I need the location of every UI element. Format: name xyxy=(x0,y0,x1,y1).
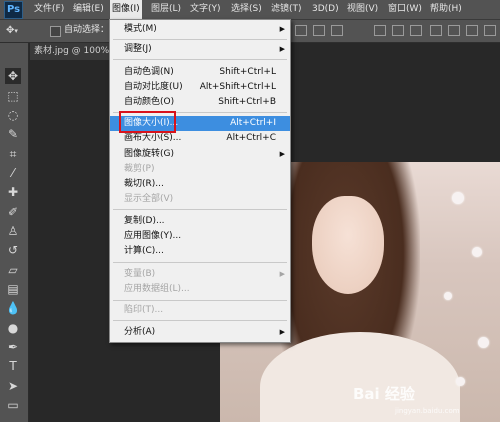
menu-separator xyxy=(113,209,287,210)
distribute-top-icon[interactable] xyxy=(374,25,386,36)
menu-type[interactable]: 文字(Y) xyxy=(188,0,223,19)
image-menu-dropdown: 模式(M) ▶ 调整(J) ▶ 自动色调(N) Shift+Ctrl+L 自动对… xyxy=(109,19,291,343)
toolbox: ✥ ⬚ ◌ ✎ ⌗ ⁄ ✚ ✐ ♙ ↺ ▱ ▤ 💧 ● ✒ T ➤ ▭ xyxy=(0,43,29,422)
align-vcenter-icon[interactable] xyxy=(313,25,325,36)
distribute-vcenter-icon[interactable] xyxy=(392,25,404,36)
auto-align-icon[interactable] xyxy=(484,25,496,36)
menu-edit[interactable]: 编辑(E) xyxy=(71,0,106,19)
menu-view[interactable]: 视图(V) xyxy=(345,0,380,19)
menu-image[interactable]: 图像(I) xyxy=(110,0,142,19)
blur-tool-icon[interactable]: 💧 xyxy=(5,300,21,316)
menu-layer[interactable]: 图层(L) xyxy=(149,0,183,19)
lasso-tool-icon[interactable]: ◌ xyxy=(5,107,21,123)
menu-item-auto-color[interactable]: 自动颜色(O) Shift+Ctrl+B xyxy=(110,95,290,110)
distribute-left-icon[interactable] xyxy=(430,25,442,36)
submenu-arrow-icon: ▶ xyxy=(279,270,285,278)
menu-item-trim[interactable]: 裁切(R)... xyxy=(110,177,290,192)
menu-item-variables[interactable]: 变量(B) ▶ xyxy=(110,267,290,282)
eraser-tool-icon[interactable]: ▱ xyxy=(5,262,21,278)
blossom-decoration xyxy=(452,192,464,204)
shape-tool-icon[interactable]: ▭ xyxy=(5,397,21,413)
submenu-arrow-icon: ▶ xyxy=(279,328,285,336)
menu-item-apply-data-set[interactable]: 应用数据组(L)... xyxy=(110,282,290,297)
submenu-arrow-icon: ▶ xyxy=(279,150,285,158)
history-brush-tool-icon[interactable]: ↺ xyxy=(5,242,21,258)
clone-stamp-tool-icon[interactable]: ♙ xyxy=(5,223,21,239)
type-tool-icon[interactable]: T xyxy=(5,358,21,374)
menu-item-image-rotation[interactable]: 图像旋转(G) ▶ xyxy=(110,147,290,162)
submenu-arrow-icon: ▶ xyxy=(279,45,285,53)
move-tool-icon[interactable]: ✥ xyxy=(5,68,21,84)
distribute-right-icon[interactable] xyxy=(466,25,478,36)
dodge-tool-icon[interactable]: ● xyxy=(5,320,21,336)
eyedropper-tool-icon[interactable]: ⁄ xyxy=(5,165,21,181)
align-bottom-icon[interactable] xyxy=(331,25,343,36)
menu-bar: Ps 文件(F) 编辑(E) 图像(I) 图层(L) 文字(Y) 选择(S) 滤… xyxy=(0,0,500,20)
menu-item-canvas-size[interactable]: 画布大小(S)... Alt+Ctrl+C xyxy=(110,131,290,146)
path-selection-tool-icon[interactable]: ➤ xyxy=(5,378,21,394)
auto-select-label: 自动选择： xyxy=(64,25,110,35)
menu-select[interactable]: 选择(S) xyxy=(229,0,264,19)
menu-item-calculations[interactable]: 计算(C)... xyxy=(110,244,290,259)
annotation-highlight-box xyxy=(119,111,176,133)
photoshop-logo: Ps xyxy=(4,1,23,19)
menu-item-auto-tone[interactable]: 自动色调(N) Shift+Ctrl+L xyxy=(110,65,290,80)
crop-tool-icon[interactable]: ⌗ xyxy=(5,146,21,162)
menu-separator xyxy=(113,262,287,263)
distribute-bottom-icon[interactable] xyxy=(410,25,422,36)
align-top-icon[interactable] xyxy=(295,25,307,36)
gradient-tool-icon[interactable]: ▤ xyxy=(5,281,21,297)
menu-item-duplicate[interactable]: 复制(D)... xyxy=(110,214,290,229)
brush-tool-icon[interactable]: ✐ xyxy=(5,204,21,220)
healing-brush-tool-icon[interactable]: ✚ xyxy=(5,184,21,200)
chevron-down-icon: ▾ xyxy=(14,27,18,35)
auto-select-checkbox[interactable] xyxy=(50,26,61,37)
menu-item-crop[interactable]: 裁剪(P) xyxy=(110,162,290,177)
menu-window[interactable]: 窗口(W) xyxy=(386,0,424,19)
blossom-decoration xyxy=(444,292,452,300)
menu-separator xyxy=(113,320,287,321)
document-tab[interactable]: 素材.jpg @ 100%( xyxy=(30,43,112,60)
menu-item-reveal-all[interactable]: 显示全部(V) xyxy=(110,192,290,207)
menu-separator xyxy=(113,39,287,40)
distribute-hcenter-icon[interactable] xyxy=(448,25,460,36)
menu-filter[interactable]: 滤镜(T) xyxy=(269,0,304,19)
menu-help[interactable]: 帮助(H) xyxy=(428,0,464,19)
blossom-decoration xyxy=(478,337,489,348)
menu-item-trap[interactable]: 陷印(T)... xyxy=(110,303,290,318)
menu-item-apply-image[interactable]: 应用图像(Y)... xyxy=(110,229,290,244)
menu-item-auto-contrast[interactable]: 自动对比度(U) Alt+Shift+Ctrl+L xyxy=(110,80,290,95)
menu-item-analysis[interactable]: 分析(A) ▶ xyxy=(110,325,290,340)
watermark-url: jingyan.baidu.com xyxy=(395,407,460,415)
tool-preset-picker[interactable]: ✥▾ xyxy=(6,23,38,38)
photo-face xyxy=(312,196,384,294)
pen-tool-icon[interactable]: ✒ xyxy=(5,339,21,355)
menu-item-adjustments[interactable]: 调整(J) ▶ xyxy=(110,42,290,57)
submenu-arrow-icon: ▶ xyxy=(279,25,285,33)
blossom-decoration xyxy=(472,247,482,257)
menu-3d[interactable]: 3D(D) xyxy=(310,0,341,19)
quick-select-tool-icon[interactable]: ✎ xyxy=(5,126,21,142)
menu-item-mode[interactable]: 模式(M) ▶ xyxy=(110,22,290,37)
marquee-tool-icon[interactable]: ⬚ xyxy=(5,88,21,104)
menu-file[interactable]: 文件(F) xyxy=(32,0,66,19)
menu-separator xyxy=(113,59,287,60)
menu-separator xyxy=(113,300,287,301)
